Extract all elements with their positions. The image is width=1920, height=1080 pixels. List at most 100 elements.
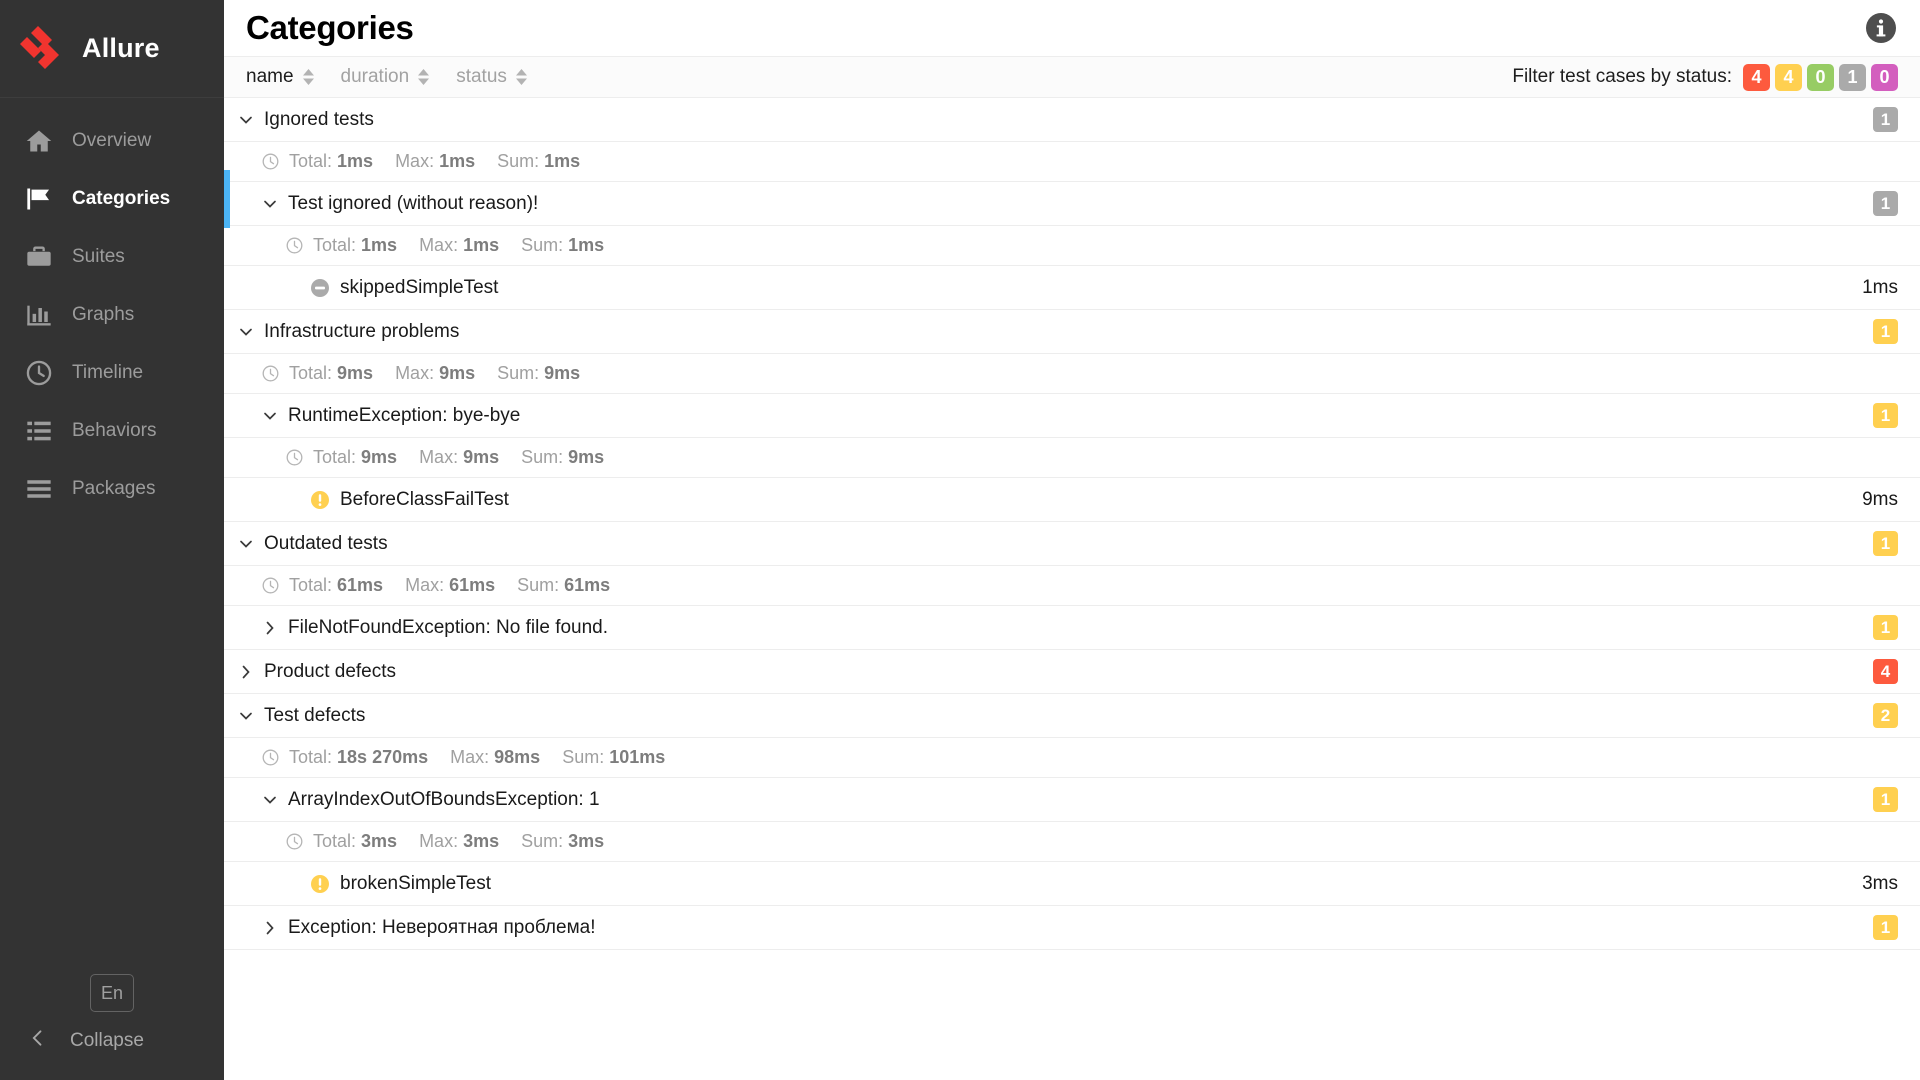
test-duration: 1ms bbox=[1862, 276, 1898, 298]
stat-max: Max: 61ms bbox=[405, 575, 495, 596]
group-row[interactable]: RuntimeException: bye-bye 1 bbox=[224, 394, 1920, 438]
count-badge: 1 bbox=[1873, 403, 1898, 428]
row-left: Exception: Невероятная проблема! bbox=[224, 917, 1873, 939]
stat-value: 1ms bbox=[463, 235, 500, 255]
sidebar-item-label: Timeline bbox=[72, 362, 144, 383]
status-filter-skipped[interactable]: 1 bbox=[1839, 63, 1866, 91]
brand[interactable]: Allure bbox=[0, 0, 224, 98]
stat-max: Max: 9ms bbox=[419, 447, 499, 468]
row-left: brokenSimpleTest bbox=[224, 873, 1862, 895]
chevron-right-icon[interactable] bbox=[262, 920, 278, 936]
sidebar-item-label: Categories bbox=[72, 188, 171, 209]
row-label: Test ignored (without reason)! bbox=[288, 192, 539, 214]
page-title: Categories bbox=[246, 9, 414, 46]
count-badge: 1 bbox=[1873, 915, 1898, 940]
stat-value: 98ms bbox=[494, 747, 541, 767]
stat-max: Max: 1ms bbox=[419, 235, 499, 256]
stat-value: 61ms bbox=[337, 575, 384, 595]
stat-sum: Sum: 101ms bbox=[562, 747, 665, 768]
stat-label: Sum: bbox=[521, 235, 569, 255]
test-row[interactable]: skippedSimpleTest 1ms bbox=[224, 266, 1920, 310]
status-filter-broken[interactable]: 4 bbox=[1775, 63, 1802, 91]
clock-icon bbox=[286, 449, 303, 466]
row-label: Ignored tests bbox=[264, 108, 374, 130]
sidebar-item-suites[interactable]: Suites bbox=[0, 228, 224, 286]
test-duration: 3ms bbox=[1862, 872, 1898, 894]
sidebar-item-graphs[interactable]: Graphs bbox=[0, 286, 224, 344]
category-row[interactable]: Outdated tests 1 bbox=[224, 522, 1920, 566]
sorter-duration[interactable]: duration bbox=[341, 66, 431, 88]
sidebar-item-label: Behaviors bbox=[72, 420, 157, 441]
stat-value: 9ms bbox=[337, 363, 374, 383]
chevron-down-icon[interactable] bbox=[262, 408, 278, 424]
language-button[interactable]: En bbox=[90, 974, 134, 1012]
stat-total: Total: 61ms bbox=[289, 575, 383, 596]
status-filter-failed[interactable]: 4 bbox=[1743, 63, 1770, 91]
sidebar-item-timeline[interactable]: Timeline bbox=[0, 344, 224, 402]
sidebar-item-behaviors[interactable]: Behaviors bbox=[0, 402, 224, 460]
sorters: name duration status bbox=[246, 66, 528, 88]
category-row[interactable]: Infrastructure problems 1 bbox=[224, 310, 1920, 354]
stat-label: Sum: bbox=[521, 831, 569, 851]
home-icon bbox=[24, 126, 54, 156]
stat-value: 9ms bbox=[463, 447, 500, 467]
stat-sum: Sum: 9ms bbox=[521, 447, 604, 468]
stat-value: 1ms bbox=[361, 235, 398, 255]
chevron-down-icon[interactable] bbox=[262, 196, 278, 212]
status-filter-badges: 44010 bbox=[1743, 63, 1898, 91]
categories-tree[interactable]: Ignored tests 1 Total: 1ms Max: 1ms Sum: 1ms… bbox=[224, 98, 1920, 1080]
chevron-down-icon[interactable] bbox=[262, 792, 278, 808]
group-row[interactable]: ArrayIndexOutOfBoundsException: 1 1 bbox=[224, 778, 1920, 822]
category-row[interactable]: Product defects 4 bbox=[224, 650, 1920, 694]
group-row[interactable]: FileNotFoundException: No file found. 1 bbox=[224, 606, 1920, 650]
stat-value: 9ms bbox=[439, 363, 476, 383]
category-row[interactable]: Test defects 2 bbox=[224, 694, 1920, 738]
count-badge: 1 bbox=[1873, 319, 1898, 344]
stat-total: Total: 3ms bbox=[313, 831, 397, 852]
row-label: brokenSimpleTest bbox=[340, 872, 492, 894]
test-row[interactable]: BeforeClassFailTest 9ms bbox=[224, 478, 1920, 522]
row-label: Test defects bbox=[264, 704, 366, 726]
stat-total: Total: 18s 270ms bbox=[289, 747, 428, 768]
stats-row: Total: 9ms Max: 9ms Sum: 9ms bbox=[224, 354, 1920, 394]
category-row[interactable]: Ignored tests 1 bbox=[224, 98, 1920, 142]
stat-sum: Sum: 3ms bbox=[521, 831, 604, 852]
status-filter-passed[interactable]: 0 bbox=[1807, 63, 1834, 91]
sidebar-item-overview[interactable]: Overview bbox=[0, 112, 224, 170]
stat-value: 1ms bbox=[568, 235, 605, 255]
row-left: FileNotFoundException: No file found. bbox=[224, 617, 1873, 639]
collapse-button[interactable]: Collapse bbox=[0, 1028, 224, 1054]
sidebar-item-packages[interactable]: Packages bbox=[0, 460, 224, 518]
chevron-left-icon bbox=[28, 1028, 48, 1054]
chevron-down-icon[interactable] bbox=[238, 536, 254, 552]
chevron-down-icon[interactable] bbox=[238, 112, 254, 128]
stat-value: 3ms bbox=[463, 831, 500, 851]
test-row[interactable]: brokenSimpleTest 3ms bbox=[224, 862, 1920, 906]
sidebar-footer: En Collapse bbox=[0, 974, 224, 1080]
chevron-down-icon[interactable] bbox=[238, 324, 254, 340]
row-label: Product defects bbox=[264, 660, 397, 682]
sorter-status[interactable]: status bbox=[456, 66, 528, 88]
group-row[interactable]: Exception: Невероятная проблема! 1 bbox=[224, 906, 1920, 950]
stat-label: Total: bbox=[289, 747, 338, 767]
allure-report-app: Allure Overview Categories Suites Graphs… bbox=[0, 0, 1920, 1080]
sorter-name[interactable]: name bbox=[246, 66, 315, 88]
stat-max: Max: 98ms bbox=[450, 747, 540, 768]
test-duration: 9ms bbox=[1862, 488, 1898, 510]
brand-name: Allure bbox=[82, 33, 160, 63]
stat-value: 18s 270ms bbox=[337, 747, 429, 767]
stat-label: Max: bbox=[419, 447, 464, 467]
chevron-right-icon[interactable] bbox=[238, 664, 254, 680]
row-left: Test ignored (without reason)! bbox=[224, 193, 1873, 215]
row-left: Product defects bbox=[224, 661, 1873, 683]
sidebar-item-categories[interactable]: Categories bbox=[0, 170, 230, 228]
status-filter-unknown[interactable]: 0 bbox=[1871, 63, 1898, 91]
stat-max: Max: 3ms bbox=[419, 831, 499, 852]
status-skipped-icon bbox=[310, 278, 330, 298]
group-row[interactable]: Test ignored (without reason)! 1 bbox=[224, 182, 1920, 226]
stat-label: Max: bbox=[419, 235, 464, 255]
count-badge: 4 bbox=[1873, 659, 1898, 684]
chevron-down-icon[interactable] bbox=[238, 708, 254, 724]
chevron-right-icon[interactable] bbox=[262, 620, 278, 636]
info-icon[interactable] bbox=[1864, 11, 1898, 45]
